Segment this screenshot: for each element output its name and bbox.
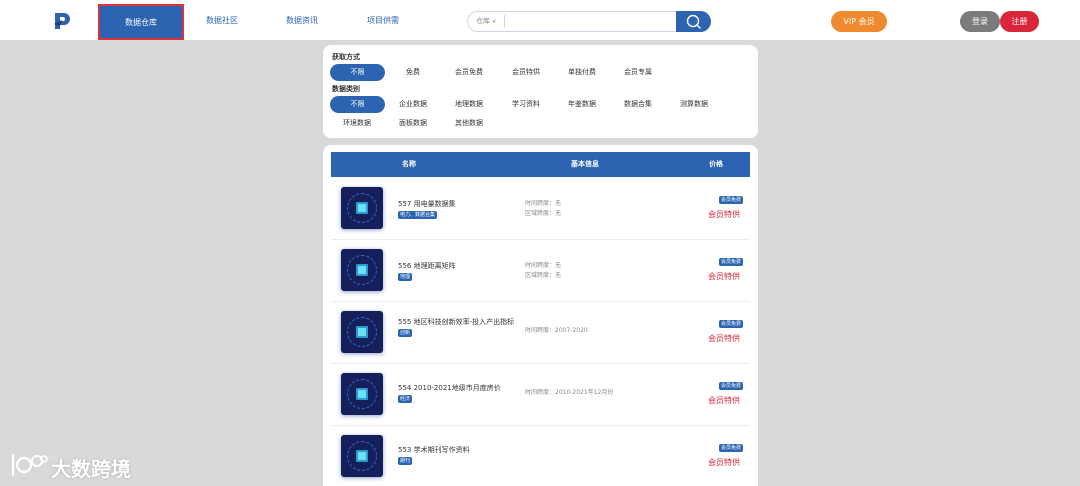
acquire-option-member-special[interactable]: 会员特供 xyxy=(505,64,547,81)
watermark-text: 大数跨境 xyxy=(51,457,131,481)
register-button[interactable]: 注册 xyxy=(1000,11,1039,32)
vip-member-button[interactable]: VIP 会员 xyxy=(831,11,887,32)
member-free-badge: 会员免费 xyxy=(719,320,744,328)
table-row[interactable]: 556 地理距离矩阵 地理 时间跨度：无 区域跨度：无 会员免费 会员特供 xyxy=(331,240,750,302)
dataset-thumbnail[interactable] xyxy=(341,311,383,353)
price-label: 会员特供 xyxy=(708,396,740,405)
category-option-environment[interactable]: 环境数据 xyxy=(336,115,378,132)
table-row[interactable]: 555 地区科技创新效率-投入产出指标 创新 时间跨度：2007-2020 会员… xyxy=(331,302,750,364)
search-scope-select[interactable]: 仓库 ∨ xyxy=(476,16,496,26)
chip-icon xyxy=(356,450,368,462)
category-option-geo[interactable]: 地理数据 xyxy=(448,96,490,113)
info-region-span: 区域跨度：无 xyxy=(525,210,562,217)
dataset-thumbnail[interactable] xyxy=(341,435,383,477)
watermark: 大数跨境 xyxy=(10,451,131,481)
acquire-option-free[interactable]: 免费 xyxy=(396,64,430,81)
nav-data-warehouse[interactable]: 数据仓库 xyxy=(98,4,184,40)
column-header-price: 价格 xyxy=(709,160,723,168)
dataset-list-panel: 名称 基本信息 价格 557 用电量数据集 电力、数据合集 时间跨度：无 区域跨… xyxy=(323,145,758,486)
dataset-tag: 地理 xyxy=(398,273,413,281)
dataset-thumbnail[interactable] xyxy=(341,187,383,229)
chip-icon xyxy=(356,264,368,276)
info-time-span: 时间跨度：2007-2020 xyxy=(525,327,588,334)
price-label: 会员特供 xyxy=(708,272,740,281)
nav-project-supply[interactable]: 项目供需 xyxy=(355,4,411,40)
nav-data-news[interactable]: 数据资讯 xyxy=(274,4,330,40)
dataset-title: 553 学术期刊写作资料 期刊 xyxy=(398,445,526,465)
dataset-title: 557 用电量数据集 电力、数据合集 xyxy=(398,199,526,219)
search-button[interactable] xyxy=(676,11,711,32)
search-input[interactable] xyxy=(508,14,673,29)
column-header-name: 名称 xyxy=(402,160,416,168)
nav-data-community[interactable]: 数据社区 xyxy=(194,4,250,40)
dataset-name[interactable]: 556 地理距离矩阵 xyxy=(398,261,526,271)
login-button[interactable]: 登录 xyxy=(960,11,1000,32)
dataset-info: 时间跨度：2010-2021年12月份 xyxy=(525,388,613,398)
filter-panel: 获取方式 不限 免费 会员免费 会员特供 单独付费 会员专属 数据类别 不限 企… xyxy=(323,45,758,138)
dataset-thumbnail[interactable] xyxy=(341,249,383,291)
category-option-panel[interactable]: 面板数据 xyxy=(392,115,434,132)
dataset-tag: 经济 xyxy=(398,395,413,403)
data-category-title: 数据类别 xyxy=(332,85,360,93)
dataset-tag: 期刊 xyxy=(398,457,413,465)
dataset-name[interactable]: 553 学术期刊写作资料 xyxy=(398,445,526,455)
info-time-span: 时间跨度：无 xyxy=(525,200,562,207)
search-scope-label: 仓库 xyxy=(476,17,490,25)
acquire-option-member-exclusive[interactable]: 会员专属 xyxy=(617,64,659,81)
category-option-yearbook[interactable]: 年鉴数据 xyxy=(561,96,603,113)
chip-icon xyxy=(356,326,368,338)
category-option-any[interactable]: 不限 xyxy=(330,96,385,113)
member-free-badge: 会员免费 xyxy=(719,444,744,452)
category-option-estimate[interactable]: 测算数据 xyxy=(673,96,715,113)
dataset-name[interactable]: 557 用电量数据集 xyxy=(398,199,526,209)
dataset-info: 时间跨度：无 区域跨度：无 xyxy=(525,261,561,281)
info-region-span: 区域跨度：无 xyxy=(525,272,562,279)
search-icon xyxy=(686,14,701,29)
dataset-title: 554 2010-2021地级市月度房价 经济 xyxy=(398,383,526,403)
member-free-badge: 会员免费 xyxy=(719,382,744,390)
category-option-learning[interactable]: 学习资料 xyxy=(505,96,547,113)
price-label: 会员特供 xyxy=(708,334,740,343)
acquire-method-title: 获取方式 xyxy=(332,53,360,61)
category-option-other[interactable]: 其他数据 xyxy=(448,115,490,132)
category-option-enterprise[interactable]: 企业数据 xyxy=(392,96,434,113)
category-option-collection[interactable]: 数据合集 xyxy=(617,96,659,113)
watermark-logo-icon xyxy=(11,453,48,477)
table-header: 名称 基本信息 价格 xyxy=(331,152,750,177)
search-bar: 仓库 ∨ xyxy=(467,11,711,32)
top-header: 数据仓库 数据社区 数据资讯 项目供需 仓库 ∨ VIP 会员 登录 注册 xyxy=(0,0,1080,40)
acquire-option-member-free[interactable]: 会员免费 xyxy=(448,64,490,81)
chevron-down-icon: ∨ xyxy=(492,18,497,25)
chip-icon xyxy=(356,388,368,400)
table-row[interactable]: 554 2010-2021地级市月度房价 经济 时间跨度：2010-2021年1… xyxy=(331,364,750,426)
member-free-badge: 会员免费 xyxy=(719,258,744,266)
search-divider xyxy=(504,15,505,28)
dataset-thumbnail[interactable] xyxy=(341,373,383,415)
acquire-option-single-pay[interactable]: 单独付费 xyxy=(561,64,603,81)
dataset-info: 时间跨度：2007-2020 xyxy=(525,326,588,336)
price-label: 会员特供 xyxy=(708,458,740,467)
dataset-title: 555 地区科技创新效率-投入产出指标 创新 xyxy=(398,317,526,337)
price-label: 会员特供 xyxy=(708,210,740,219)
logo-icon[interactable] xyxy=(53,11,71,31)
chip-icon xyxy=(356,202,368,214)
dataset-title: 556 地理距离矩阵 地理 xyxy=(398,261,526,281)
member-free-badge: 会员免费 xyxy=(719,196,744,204)
dataset-tag: 电力、数据合集 xyxy=(398,211,438,219)
dataset-name[interactable]: 554 2010-2021地级市月度房价 xyxy=(398,383,526,393)
column-header-info: 基本信息 xyxy=(571,160,599,168)
info-time-span: 时间跨度：无 xyxy=(525,262,562,269)
table-row[interactable]: 557 用电量数据集 电力、数据合集 时间跨度：无 区域跨度：无 会员免费 会员… xyxy=(331,178,750,240)
dataset-name[interactable]: 555 地区科技创新效率-投入产出指标 xyxy=(398,317,526,327)
dataset-tag: 创新 xyxy=(398,329,413,337)
dataset-info: 时间跨度：无 区域跨度：无 xyxy=(525,199,561,219)
table-row[interactable]: 553 学术期刊写作资料 期刊 会员免费 会员特供 xyxy=(331,426,750,486)
acquire-option-any[interactable]: 不限 xyxy=(330,64,385,81)
info-time-span: 时间跨度：2010-2021年12月份 xyxy=(525,389,614,396)
